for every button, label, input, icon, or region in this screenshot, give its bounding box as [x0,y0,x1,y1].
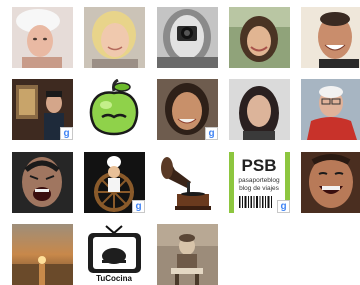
follower-avatar-5[interactable] [301,7,360,68]
psb-logo-line1: pasaporteblog [238,177,280,184]
avatar-image [229,79,290,140]
follower-avatar-8[interactable]: g [157,79,218,140]
follower-avatar-13[interactable] [157,152,218,213]
follower-avatar-14[interactable]: PSB pasaporteblog blog de viajes g [229,152,290,213]
follower-avatar-1[interactable] [12,7,73,68]
avatar-image [301,79,360,140]
google-plus-badge-icon: g [277,200,290,213]
google-plus-badge-icon: g [132,200,145,213]
avatar-image [84,79,145,140]
google-plus-badge-icon: g [60,127,73,140]
follower-avatar-3[interactable] [157,7,218,68]
avatar-image [301,152,360,213]
follower-avatar-18[interactable] [157,224,218,285]
follower-avatar-12[interactable]: g [84,152,145,213]
avatar-image: TuCocina [84,224,145,285]
follower-avatar-7[interactable] [84,79,145,140]
google-plus-badge-icon: g [205,127,218,140]
avatar-image [157,224,218,285]
psb-logo-title: PSB [242,156,277,175]
follower-avatar-16[interactable] [12,224,73,285]
avatar-image [301,7,360,68]
follower-avatar-4[interactable] [229,7,290,68]
avatar-image [157,7,218,68]
follower-avatar-11[interactable] [12,152,73,213]
follower-avatar-6[interactable]: g [12,79,73,140]
followers-grid: g g g PSB pasaporteblog blog de viajes g… [0,0,360,285]
follower-avatar-2[interactable] [84,7,145,68]
follower-avatar-17[interactable]: TuCocina [84,224,145,285]
follower-avatar-10[interactable] [301,79,360,140]
avatar-image [229,7,290,68]
avatar-image [84,7,145,68]
psb-logo-line2: blog de viajes [239,185,279,192]
avatar-image [12,7,73,68]
follower-avatar-9[interactable] [229,79,290,140]
follower-avatar-15[interactable] [301,152,360,213]
avatar-image [12,224,73,285]
avatar-image [12,152,73,213]
avatar-image [157,152,218,213]
